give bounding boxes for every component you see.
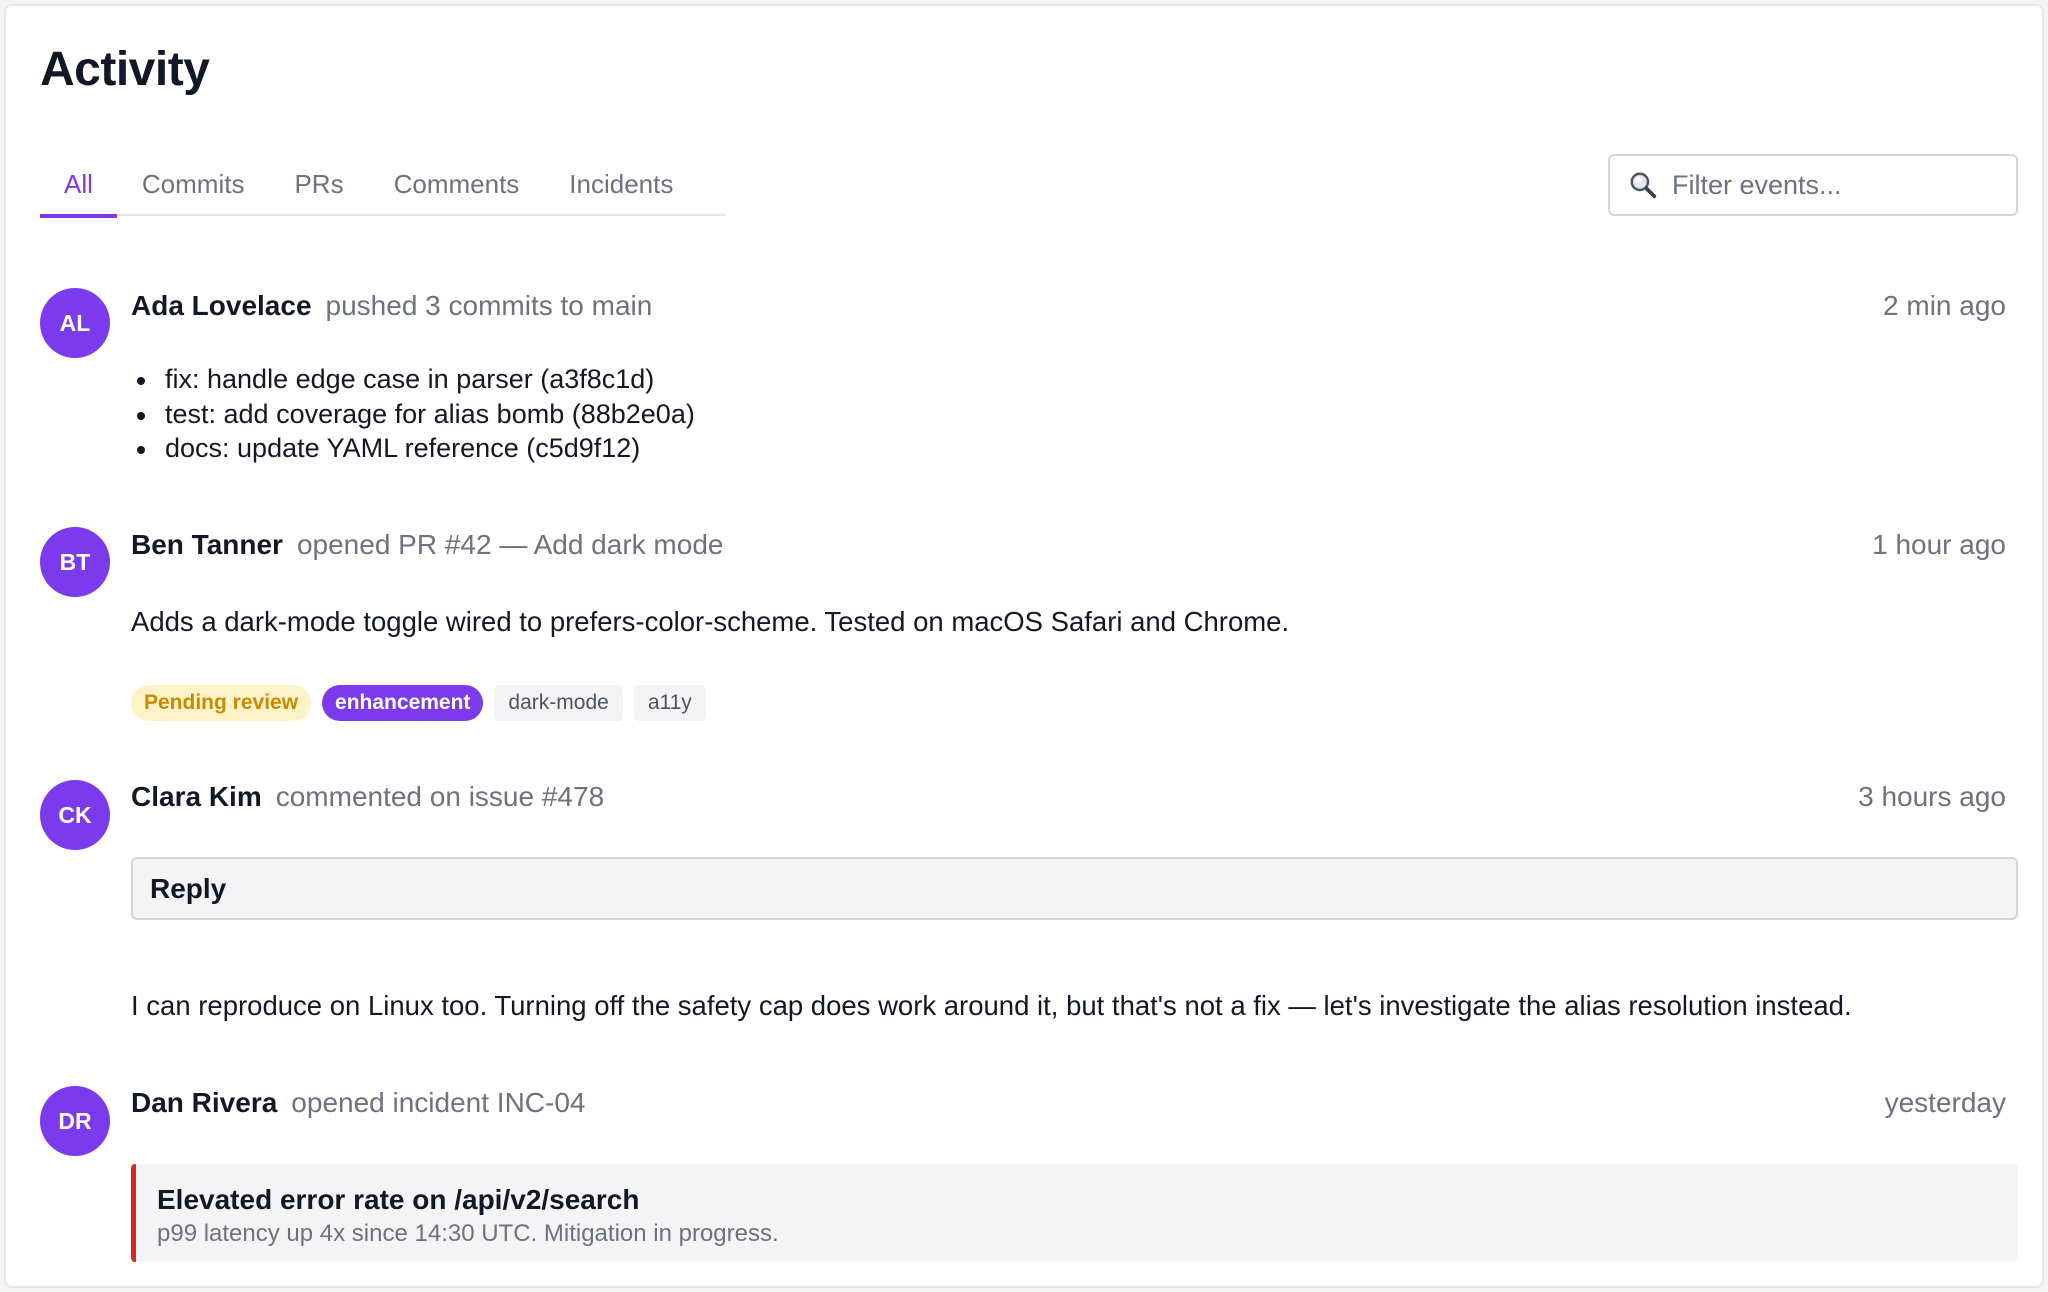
commit-item: test: add coverage for alias bomb (88b2e… [131, 397, 695, 432]
incident-callout: Elevated error rate on /api/v2/search p9… [131, 1164, 2018, 1262]
tab-prs[interactable]: PRs [269, 156, 368, 216]
tab-all[interactable]: All [40, 156, 117, 218]
incident-detail: p99 latency up 4x since 14:30 UTC. Mitig… [157, 1220, 779, 1247]
event-time: 3 hours ago [1858, 781, 2006, 812]
event-time: 2 min ago [1883, 290, 2006, 321]
event-header: Dan Rivera opened incident INC-04 yester… [131, 1087, 2006, 1127]
event-action: commented on issue #478 [275, 781, 605, 812]
badge-row: Pending review enhancement dark-mode a11… [131, 685, 706, 721]
pr-description: Adds a dark-mode toggle wired to prefers… [131, 606, 1290, 637]
commit-list: fix: handle edge case in parser (a3f8c1d… [131, 362, 695, 466]
search-icon [1630, 172, 1657, 199]
tab-incidents[interactable]: Incidents [544, 156, 698, 216]
tab-bar: All Commits PRs Comments Incidents [40, 156, 726, 218]
event-actor[interactable]: Clara Kim [131, 781, 262, 813]
label-tag-a11y[interactable]: a11y [633, 685, 706, 721]
commit-item: fix: handle edge case in parser (a3f8c1d… [131, 362, 695, 397]
avatar: CK [40, 780, 110, 850]
search-box[interactable] [1608, 154, 2026, 216]
event-actor[interactable]: Ada Lovelace [131, 290, 312, 322]
status-badge-pending-review: Pending review [131, 685, 312, 721]
label-tag-dark-mode[interactable]: dark-mode [494, 685, 623, 721]
event-time: yesterday [1884, 1087, 2006, 1118]
event-action: opened incident INC-04 [291, 1087, 586, 1118]
event-header: Ben Tanner opened PR #42 — Add dark mode… [131, 529, 2006, 569]
reply-button[interactable]: Reply [131, 857, 2018, 920]
incident-title: Elevated error rate on /api/v2/search [157, 1184, 640, 1215]
event-action: opened PR #42 — Add dark mode [296, 529, 724, 560]
search-input[interactable] [1672, 156, 2026, 214]
page-title: Activity [40, 43, 210, 96]
event-actor[interactable]: Ben Tanner [131, 529, 283, 561]
activity-card: Activity All Commits PRs Comments Incide… [4, 4, 2044, 1288]
event-time: 1 hour ago [1872, 529, 2006, 560]
avatar: DR [40, 1086, 110, 1156]
commit-item: docs: update YAML reference (c5d9f12) [131, 431, 695, 466]
event-header: Clara Kim commented on issue #478 3 hour… [131, 781, 2006, 821]
event-actor[interactable]: Dan Rivera [131, 1087, 277, 1119]
tab-commits[interactable]: Commits [117, 156, 270, 216]
avatar: AL [40, 288, 110, 358]
tab-comments[interactable]: Comments [369, 156, 545, 216]
event-header: Ada Lovelace pushed 3 commits to main 2 … [131, 290, 2006, 330]
comment-text: I can reproduce on Linux too. Turning of… [131, 990, 1852, 1021]
label-badge-enhancement[interactable]: enhancement [322, 685, 484, 721]
avatar: BT [40, 527, 110, 597]
event-action: pushed 3 commits to main [325, 290, 653, 321]
